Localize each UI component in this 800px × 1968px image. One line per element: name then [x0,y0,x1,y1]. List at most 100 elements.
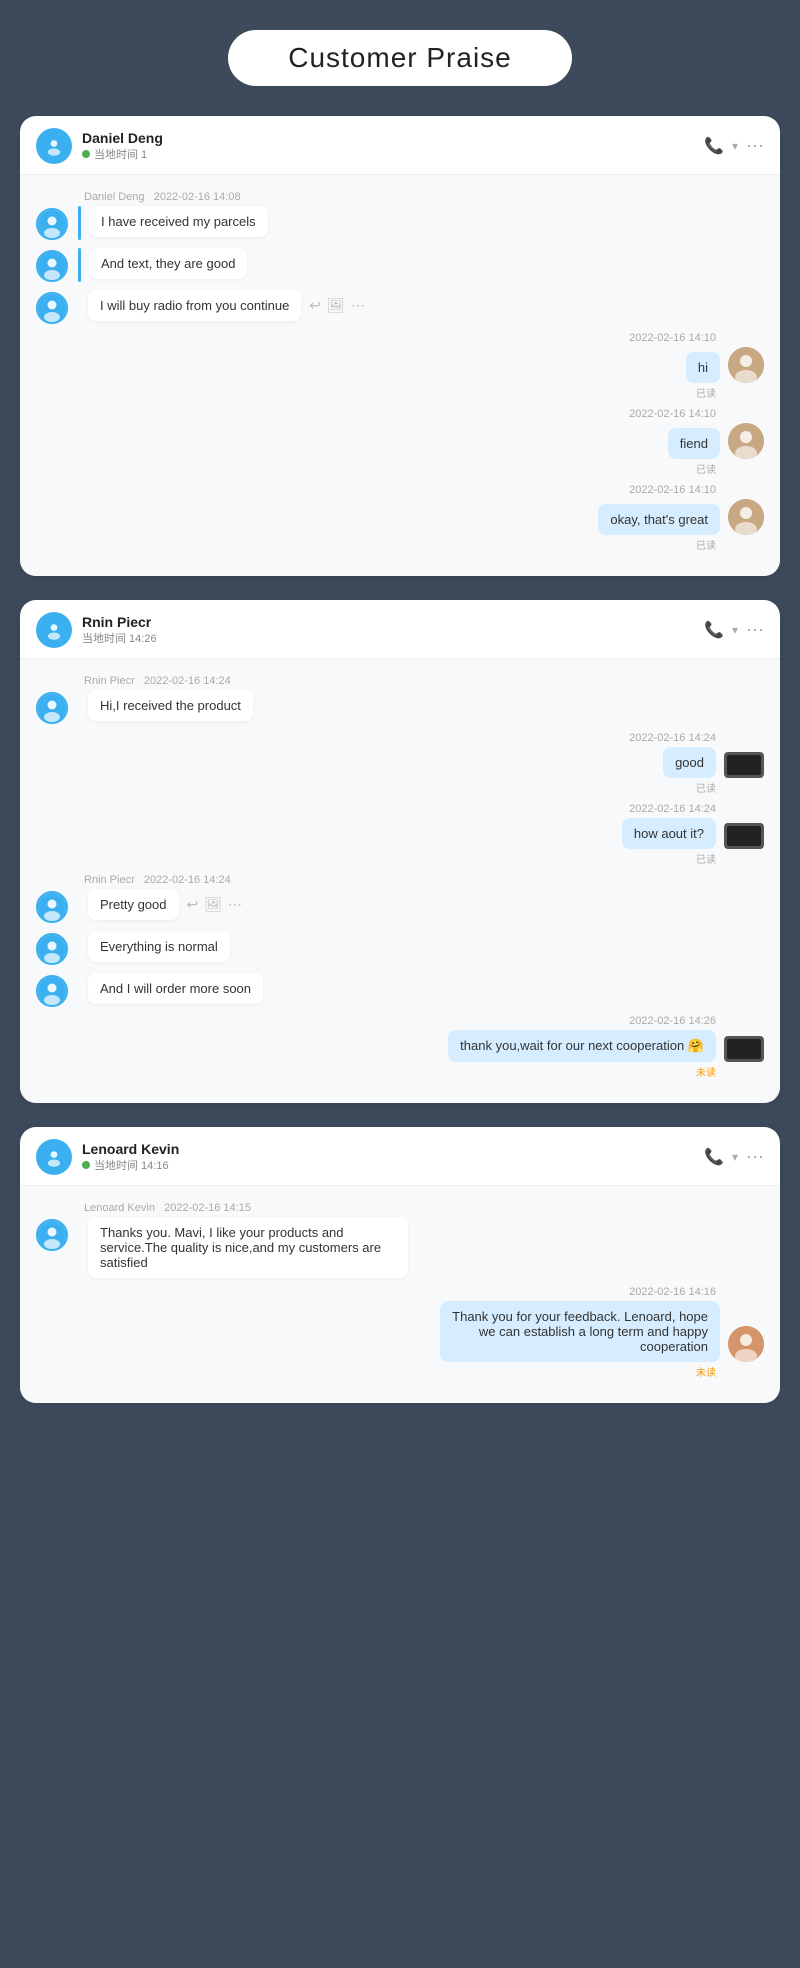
msg-right-row: good [36,747,764,778]
chat-card-card2: Rnin Piecr 当地时间 14:26 📞 ▾ ⋯ Rnin Piecr 2… [20,600,780,1103]
msg-read-status: 已读 [36,851,716,866]
header-sub: 当地时间 14:26 [82,630,704,646]
chat-card-card3: Lenoard Kevin 当地时间 14:16 📞 ▾ ⋯ Lenoard K… [20,1127,780,1403]
msg-group-right: 2022-02-16 14:24 how aout it? 已读 [36,803,764,866]
msg-right-bubble: how aout it? [622,818,716,849]
msg-right-row: how aout it? [36,818,764,849]
chevron-down-icon[interactable]: ▾ [732,139,738,153]
msg-read-status: 未读 [36,1064,716,1079]
msg-row: And I will order more soon [36,973,764,1007]
header-info: Rnin Piecr 当地时间 14:26 [82,614,704,646]
msg-row: And text, they are good [36,248,764,282]
more-action-icon[interactable]: ⋯ [228,896,242,913]
msg-bubble: I have received my parcels [89,206,268,237]
msg-separator [78,206,81,240]
msg-meta: Daniel Deng 2022-02-16 14:08 [84,191,764,203]
msg-row: Hi,I received the product [36,690,764,724]
header-name: Daniel Deng [82,130,704,146]
more-icon[interactable]: ⋯ [746,620,764,641]
msg-actions[interactable]: ↩ 🖼 ⋯ [309,297,365,314]
right-avatar [724,819,764,849]
msg-right-row: Thank you for your feedback. Lenoard, ho… [36,1301,764,1362]
msg-group-right: 2022-02-16 14:24 good 已读 [36,732,764,795]
msg-group-right: 2022-02-16 14:26 thank you,wait for our … [36,1015,764,1079]
header-info: Lenoard Kevin 当地时间 14:16 [82,1141,704,1173]
msg-group-left: Everything is normal [36,931,764,965]
reply-icon[interactable]: ↩ [309,297,321,314]
msg-group-left: And text, they are good [36,248,764,282]
msg-bubble: Everything is normal [88,931,230,962]
msg-row: I will buy radio from you continue ↩ 🖼 ⋯ [36,290,764,324]
chat-header: Daniel Deng 当地时间 1 📞 ▾ ⋯ [20,116,780,175]
msg-right-bubble: okay, that's great [598,504,720,535]
header-avatar [36,128,72,164]
msg-bubble: And text, they are good [89,248,247,279]
msg-group-left: Rnin Piecr 2022-02-16 14:24 Hi,I receive… [36,675,764,724]
msg-group-left: Rnin Piecr 2022-02-16 14:24 Pretty good … [36,874,764,923]
phone-icon[interactable]: 📞 [704,620,724,640]
chat-header: Rnin Piecr 当地时间 14:26 📞 ▾ ⋯ [20,600,780,659]
msg-bubble: Thanks you. Mavi, I like your products a… [88,1217,408,1278]
msg-read-status: 已读 [36,385,716,400]
header-name: Rnin Piecr [82,614,704,630]
msg-right-meta: 2022-02-16 14:10 [36,332,716,344]
more-icon[interactable]: ⋯ [746,136,764,157]
online-dot [82,150,90,158]
header-info: Daniel Deng 当地时间 1 [82,130,704,162]
msg-bubble: I will buy radio from you continue [88,290,301,321]
msg-right-bubble: hi [686,352,720,383]
header-actions[interactable]: 📞 ▾ ⋯ [704,136,764,157]
phone-icon[interactable]: 📞 [704,1147,724,1167]
msg-group-right: 2022-02-16 14:10 okay, that's great 已读 [36,484,764,552]
msg-right-bubble: good [663,747,716,778]
msg-actions[interactable]: ↩ 🖼 ⋯ [187,896,243,913]
image-icon[interactable]: 🖼 [204,896,222,913]
msg-separator [78,248,81,282]
msg-meta: Rnin Piecr 2022-02-16 14:24 [84,675,764,687]
msg-meta: Lenoard Kevin 2022-02-16 14:15 [84,1202,764,1214]
msg-row: Thanks you. Mavi, I like your products a… [36,1217,764,1278]
chevron-down-icon[interactable]: ▾ [732,1150,738,1164]
msg-bubble: Pretty good [88,889,179,920]
chat-header: Lenoard Kevin 当地时间 14:16 📞 ▾ ⋯ [20,1127,780,1186]
header-name: Lenoard Kevin [82,1141,704,1157]
msg-read-status: 已读 [36,461,716,476]
more-action-icon[interactable]: ⋯ [351,297,365,314]
cards-container: Daniel Deng 当地时间 1 📞 ▾ ⋯ Daniel Deng 202… [20,116,780,1403]
msg-read-status: 已读 [36,537,716,552]
right-avatar [724,1032,764,1062]
phone-icon[interactable]: 📞 [704,136,724,156]
msg-right-meta: 2022-02-16 14:24 [36,732,716,744]
msg-row: Pretty good ↩ 🖼 ⋯ [36,889,764,923]
msg-group-left: And I will order more soon [36,973,764,1007]
msg-bubble: And I will order more soon [88,973,263,1004]
page-title: Customer Praise [228,30,572,86]
msg-right-meta: 2022-02-16 14:26 [36,1015,716,1027]
right-avatar [728,347,764,383]
msg-right-bubble: thank you,wait for our next cooperation … [448,1030,716,1062]
more-icon[interactable]: ⋯ [746,1147,764,1168]
chevron-down-icon[interactable]: ▾ [732,623,738,637]
msg-right-bubble: Thank you for your feedback. Lenoard, ho… [440,1301,720,1362]
chat-body: Rnin Piecr 2022-02-16 14:24 Hi,I receive… [20,659,780,1103]
page-title-wrap: Customer Praise [20,30,780,86]
msg-group-right: 2022-02-16 14:16 Thank you for your feed… [36,1286,764,1379]
msg-bubble: Hi,I received the product [88,690,253,721]
msg-right-row: hi [36,347,764,383]
msg-right-meta: 2022-02-16 14:10 [36,408,716,420]
msg-group-right: 2022-02-16 14:10 fiend 已读 [36,408,764,476]
msg-group-left: Daniel Deng 2022-02-16 14:08 I have rece… [36,191,764,240]
msg-read-status: 未读 [36,1364,716,1379]
image-icon[interactable]: 🖼 [327,297,345,314]
chat-body: Daniel Deng 2022-02-16 14:08 I have rece… [20,175,780,576]
reply-icon[interactable]: ↩ [187,896,199,913]
msg-group-left: Lenoard Kevin 2022-02-16 14:15 Thanks yo… [36,1202,764,1278]
header-actions[interactable]: 📞 ▾ ⋯ [704,1147,764,1168]
msg-group-right: 2022-02-16 14:10 hi 已读 [36,332,764,400]
header-sub: 当地时间 14:16 [82,1157,704,1173]
right-avatar [728,423,764,459]
msg-row: Everything is normal [36,931,764,965]
header-actions[interactable]: 📞 ▾ ⋯ [704,620,764,641]
header-avatar [36,612,72,648]
msg-right-meta: 2022-02-16 14:10 [36,484,716,496]
